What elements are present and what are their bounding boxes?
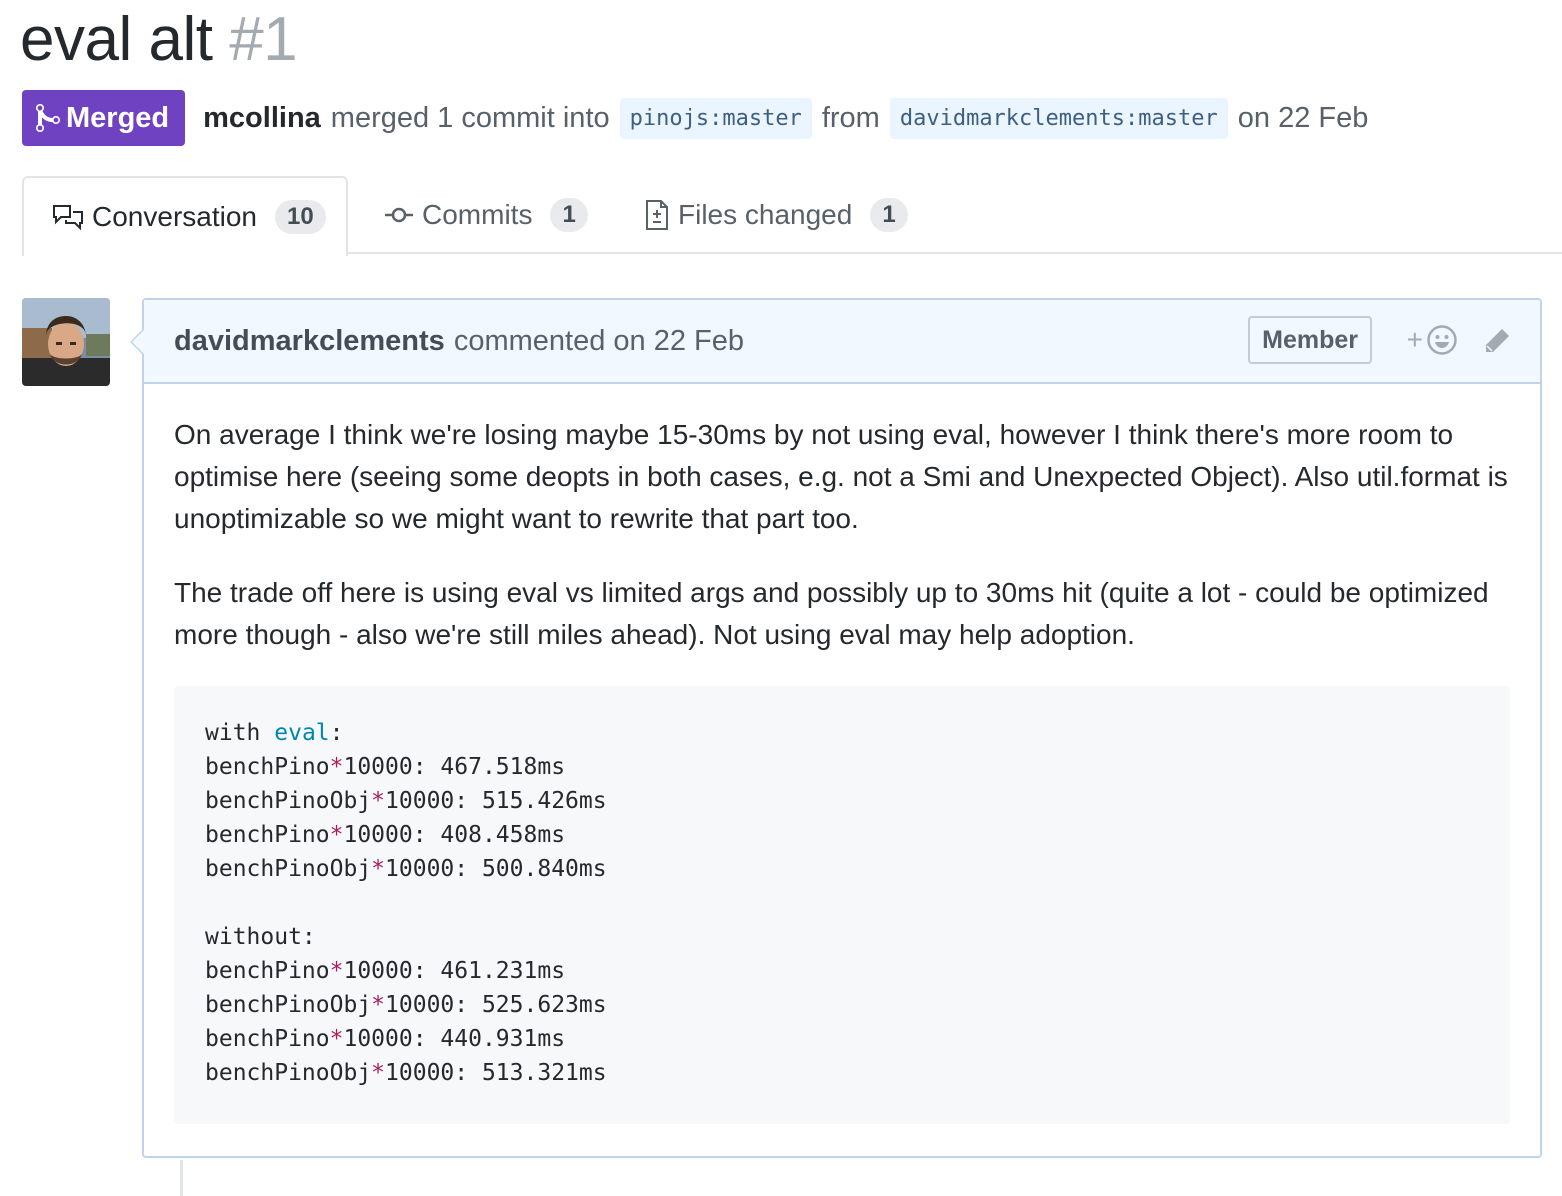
code-keyword: eval xyxy=(274,720,330,746)
head-branch-name: master xyxy=(1138,105,1218,131)
base-branch-name: master xyxy=(722,105,802,131)
avatar[interactable] xyxy=(22,298,110,386)
timeline-line xyxy=(180,1160,183,1196)
tab-commits-count: 1 xyxy=(550,198,588,232)
comment-body: On average I think we're losing maybe 15… xyxy=(144,384,1540,1124)
comment-header: davidmarkclements commented on 22 Feb Me… xyxy=(144,300,1540,384)
comment-discussion-icon xyxy=(52,203,84,231)
add-reaction-button[interactable]: + xyxy=(1407,324,1458,356)
pr-title: eval alt #1 xyxy=(20,4,298,76)
merged-text: merged 1 commit into xyxy=(330,101,610,134)
code-line: with eval: xyxy=(205,720,344,746)
code-line: benchPino*10000: 440.931ms xyxy=(205,1026,566,1052)
code-line: benchPino*10000: 408.458ms xyxy=(205,822,566,848)
edit-comment-button[interactable] xyxy=(1482,326,1512,361)
tab-commits-label: Commits xyxy=(422,199,533,230)
tab-conversation-label: Conversation xyxy=(92,201,257,232)
head-branch[interactable]: davidmarkclements:master xyxy=(889,97,1228,139)
comment-author-link[interactable]: davidmarkclements xyxy=(174,325,445,358)
tab-conversation-count: 10 xyxy=(274,200,326,234)
pr-tabnav: Conversation 10 Commits 1 Files changed … xyxy=(22,176,1562,256)
base-branch-owner: pinojs xyxy=(629,105,710,131)
base-branch[interactable]: pinojs:master xyxy=(619,97,812,139)
comment-paragraph-2: The trade off here is using eval vs limi… xyxy=(174,577,1489,650)
merged-state-badge: Merged xyxy=(22,90,186,146)
code-block: with eval: benchPino*10000: 467.518ms be… xyxy=(174,686,1510,1124)
merged-state-label: Merged xyxy=(66,101,170,134)
pr-meta: Merged mcollina merged 1 commit into pin… xyxy=(22,90,1378,146)
tab-files-changed-count: 1 xyxy=(870,198,908,232)
merge-author-link[interactable]: mcollina xyxy=(203,102,321,135)
pr-title-text: eval alt xyxy=(20,5,213,74)
merge-summary: mcollina merged 1 commit into pinojs:mas… xyxy=(203,97,1378,139)
tab-files-changed[interactable]: Files changed 1 xyxy=(644,176,908,254)
code-line: benchPinoObj*10000: 515.426ms xyxy=(205,788,607,814)
comment: davidmarkclements commented on 22 Feb Me… xyxy=(130,298,1542,1158)
git-commit-icon xyxy=(384,205,414,225)
head-branch-owner: davidmarkclements xyxy=(899,105,1126,131)
comment-timestamp[interactable]: commented on 22 Feb xyxy=(454,325,744,358)
code-line: benchPino*10000: 467.518ms xyxy=(205,754,566,780)
code-line: benchPinoObj*10000: 513.321ms xyxy=(205,1060,607,1086)
git-merge-icon xyxy=(36,103,60,133)
merge-date: on 22 Feb xyxy=(1237,101,1369,134)
tab-commits[interactable]: Commits 1 xyxy=(384,176,588,254)
from-text: from xyxy=(821,101,880,134)
code-line: benchPino*10000: 461.231ms xyxy=(205,958,566,984)
pr-number: #1 xyxy=(229,5,298,74)
member-badge: Member xyxy=(1248,316,1372,364)
diff-icon xyxy=(644,198,670,232)
code-line: without: xyxy=(205,924,316,950)
pencil-icon xyxy=(1486,329,1509,352)
code-line: benchPinoObj*10000: 525.623ms xyxy=(205,992,607,1018)
reaction-plus: + xyxy=(1406,324,1423,355)
tab-files-changed-label: Files changed xyxy=(678,199,853,230)
tab-conversation[interactable]: Conversation 10 xyxy=(22,176,348,256)
comment-paragraph-1: On average I think we're losing maybe 15… xyxy=(174,419,1508,534)
smiley-icon xyxy=(1427,325,1457,355)
code-line: benchPinoObj*10000: 500.840ms xyxy=(205,856,607,882)
